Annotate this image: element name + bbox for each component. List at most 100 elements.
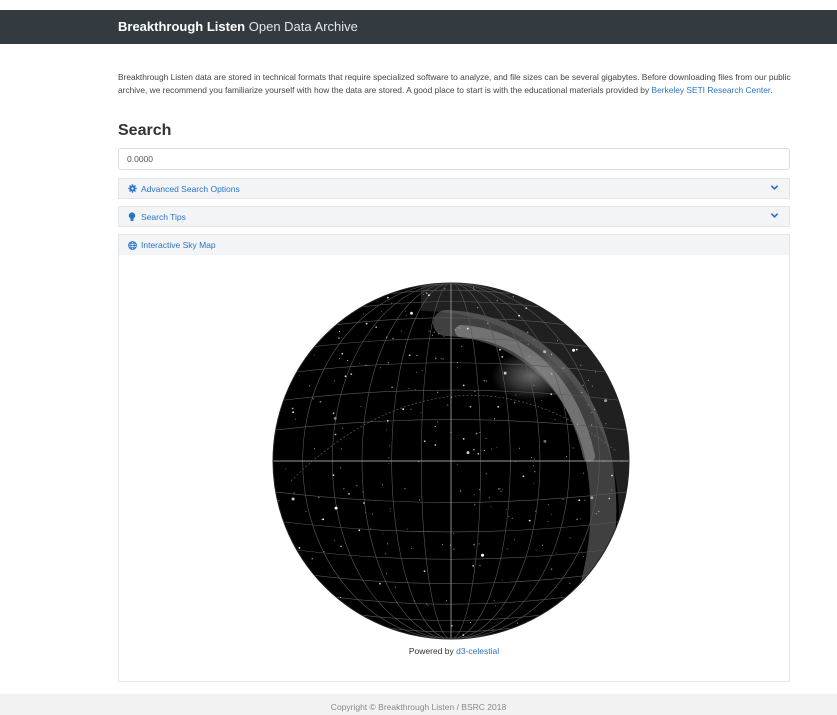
star (506, 548, 508, 550)
star (311, 557, 314, 560)
star (362, 313, 364, 315)
star (522, 475, 525, 478)
brand[interactable]: Breakthrough Listen Open Data Archive (118, 19, 358, 34)
advanced-search-toggle[interactable]: Advanced Search Options (118, 178, 790, 199)
star (332, 412, 335, 415)
star (533, 384, 535, 386)
top-strip (0, 0, 837, 10)
star (334, 380, 336, 382)
star (370, 527, 371, 529)
star (405, 310, 407, 312)
star (569, 537, 571, 539)
star (541, 400, 543, 402)
star (453, 548, 455, 550)
star (450, 431, 452, 433)
search-input[interactable] (118, 148, 790, 170)
star (469, 622, 471, 624)
star (456, 463, 458, 465)
star (340, 467, 341, 469)
star (339, 358, 341, 360)
star (389, 507, 391, 509)
star (340, 545, 342, 548)
gear-icon (127, 184, 137, 193)
star (515, 394, 517, 396)
star (501, 488, 503, 490)
star (391, 386, 393, 389)
star (473, 287, 475, 289)
star (382, 484, 383, 486)
star (291, 407, 294, 410)
star (485, 437, 487, 439)
star (528, 356, 530, 357)
star (441, 544, 443, 546)
star (406, 528, 408, 530)
sky-map-canvas[interactable] (271, 281, 631, 641)
star (594, 371, 596, 373)
star (590, 496, 594, 500)
star (380, 310, 382, 312)
star (440, 357, 442, 359)
chevron-down-icon (770, 211, 779, 222)
star (485, 473, 487, 475)
star (314, 448, 315, 450)
intro-text-end: . (770, 84, 773, 95)
star (298, 547, 301, 549)
star (394, 586, 396, 588)
star (605, 423, 607, 425)
star (447, 404, 449, 406)
star (421, 370, 423, 372)
star (418, 460, 420, 462)
star (388, 462, 390, 464)
star (387, 296, 389, 299)
chevron-down-icon (770, 183, 779, 194)
star (533, 483, 535, 485)
star (365, 364, 367, 366)
star (437, 421, 439, 423)
star (496, 446, 498, 448)
star (386, 429, 387, 431)
star (550, 372, 552, 374)
star (414, 389, 416, 391)
navbar: Breakthrough Listen Open Data Archive (0, 10, 837, 44)
star (591, 412, 593, 414)
star (604, 399, 608, 403)
lightbulb-icon (127, 211, 137, 222)
star (292, 411, 295, 414)
star (483, 379, 486, 382)
star (434, 444, 437, 446)
star (481, 553, 484, 557)
star (587, 404, 589, 406)
star (386, 420, 389, 422)
star (333, 416, 337, 420)
star (527, 343, 529, 345)
star (299, 375, 301, 377)
star (478, 543, 480, 545)
star (611, 474, 613, 477)
star (500, 490, 502, 492)
star (512, 296, 514, 298)
star (462, 634, 465, 636)
star (434, 426, 436, 427)
star (457, 367, 458, 369)
star (511, 517, 513, 519)
star (486, 380, 488, 382)
star (494, 605, 496, 607)
bsrc-link[interactable]: Berkeley SETI Research Center (651, 85, 770, 95)
search-tips-toggle[interactable]: Search Tips (118, 206, 790, 227)
star (572, 348, 576, 352)
star (410, 408, 412, 410)
star (384, 553, 386, 555)
star (365, 512, 367, 514)
sky-map-toggle[interactable]: Interactive Sky Map (118, 234, 790, 255)
star (365, 322, 368, 325)
star (338, 337, 340, 339)
d3-celestial-link[interactable]: d3-celestial (456, 646, 499, 656)
star (506, 508, 508, 510)
star (525, 307, 528, 310)
star (569, 582, 571, 584)
globe-icon (127, 240, 137, 250)
star (350, 373, 353, 376)
star (487, 322, 489, 324)
star (587, 379, 589, 381)
star (419, 499, 421, 501)
